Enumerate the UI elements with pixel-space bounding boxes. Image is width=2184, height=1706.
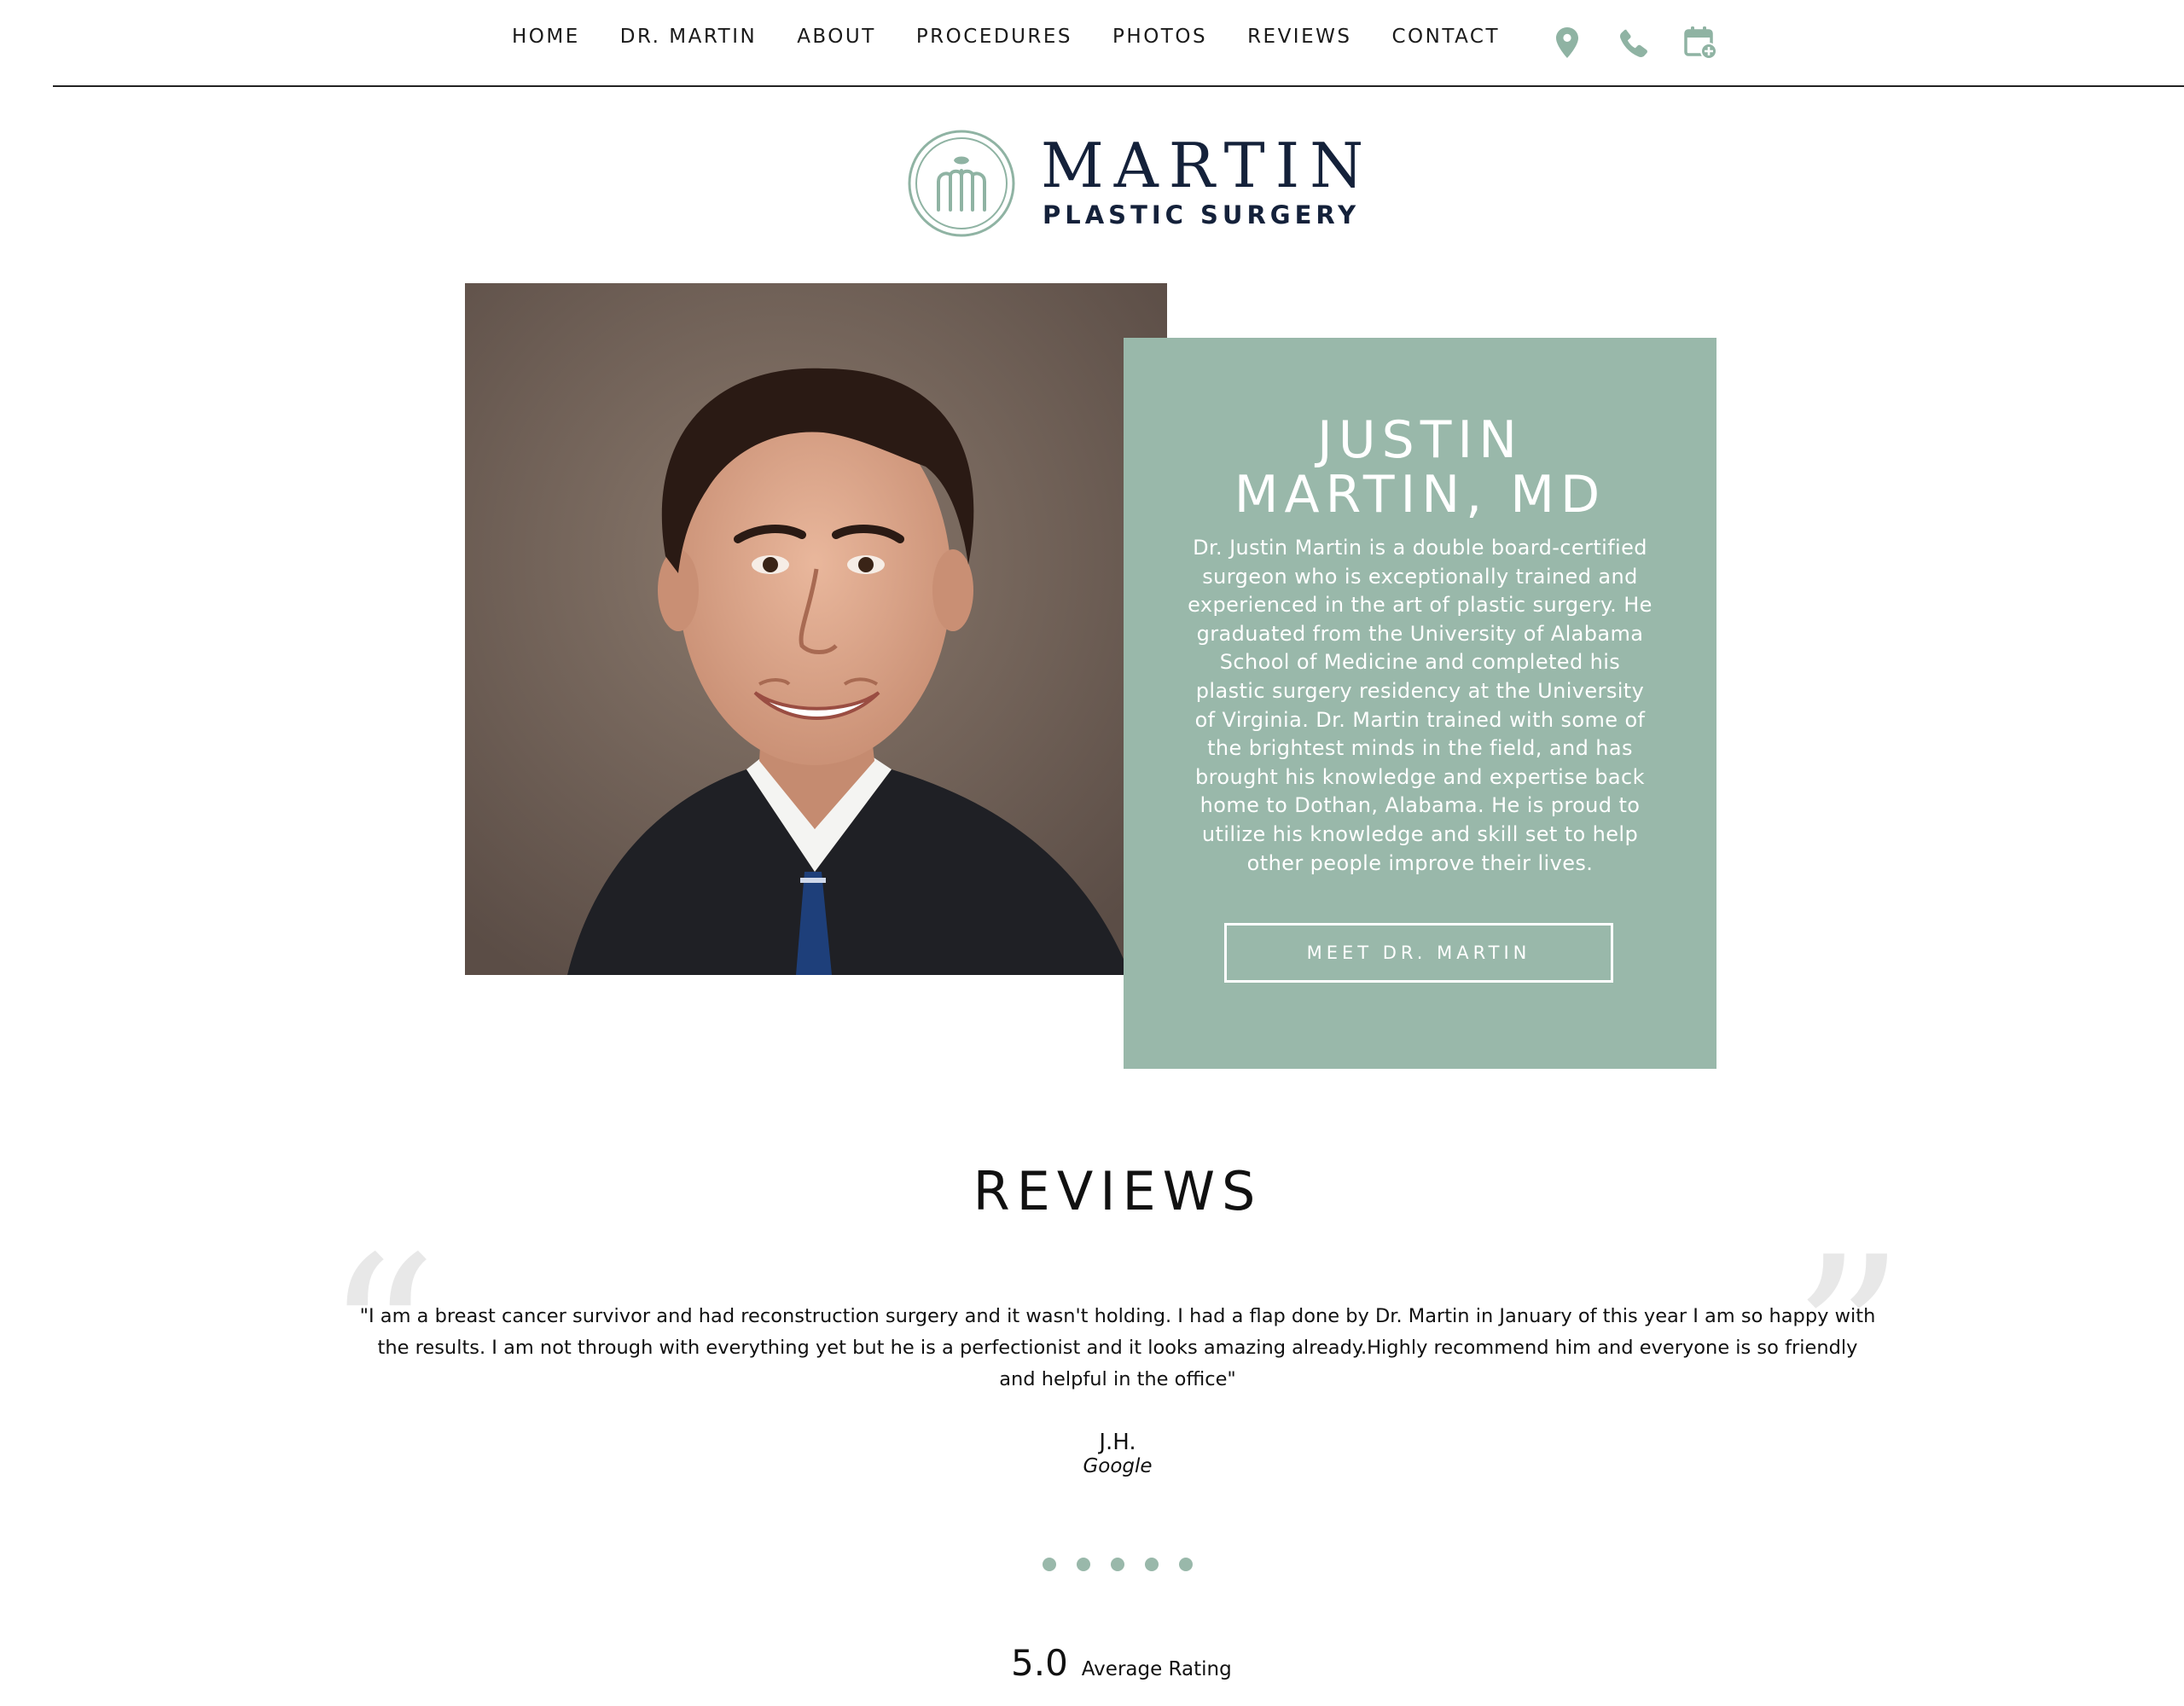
doctor-name-heading: JUSTIN MARTIN, MD [1234, 410, 1606, 525]
rating-score: 5.0 [1011, 1642, 1068, 1684]
doctor-bio-text: Dr. Justin Martin is a double board-cert… [1188, 536, 1653, 875]
review-pagination [1043, 1558, 1193, 1571]
review-dot-5[interactable] [1179, 1558, 1193, 1571]
nav-divider [53, 85, 2184, 87]
nav-link-procedures[interactable]: PROCEDURES [916, 26, 1072, 48]
top-navigation: HOME DR. MARTIN ABOUT PROCEDURES PHOTOS … [0, 0, 2184, 87]
review-text: "I am a breast cancer survivor and had r… [359, 1305, 1876, 1390]
calendar-add-icon[interactable] [1682, 24, 1719, 61]
phone-icon[interactable] [1615, 24, 1653, 61]
review-source: Google [1083, 1455, 1153, 1477]
average-rating: 5.0 Average Rating [1011, 1642, 1232, 1684]
nav-links: HOME DR. MARTIN ABOUT PROCEDURES PHOTOS … [512, 26, 1500, 48]
nav-link-contact[interactable]: CONTACT [1391, 26, 1500, 48]
meet-dr-martin-button[interactable]: MEET DR. MARTIN [1224, 923, 1613, 983]
nav-icons [1548, 24, 1719, 61]
nav-link-photos[interactable]: PHOTOS [1112, 26, 1207, 48]
portrait-illustration [465, 283, 1167, 975]
review-dot-1[interactable] [1043, 1558, 1056, 1571]
logo-mark-icon [908, 130, 1015, 237]
doctor-bio-card: JUSTIN MARTIN, MD Dr. Justin Martin is a… [1124, 338, 1716, 1069]
location-pin-icon[interactable] [1548, 24, 1586, 61]
review-dot-4[interactable] [1145, 1558, 1159, 1571]
review-dot-3[interactable] [1111, 1558, 1124, 1571]
brand-logo[interactable]: MARTIN PLASTIC SURGERY [906, 128, 1363, 239]
nav-link-dr-martin[interactable]: DR. MARTIN [620, 26, 757, 48]
logo-subtitle: PLASTIC SURGERY [1043, 200, 1361, 229]
reviewer-name: J.H. [1099, 1430, 1136, 1455]
review-dot-2[interactable] [1077, 1558, 1090, 1571]
nav-link-reviews[interactable]: REVIEWS [1247, 26, 1351, 48]
logo-name: MARTIN [1041, 130, 1374, 201]
rating-label: Average Rating [1081, 1658, 1232, 1680]
nav-link-about[interactable]: ABOUT [797, 26, 876, 48]
doctor-portrait [465, 283, 1167, 975]
nav-link-home[interactable]: HOME [512, 26, 580, 48]
